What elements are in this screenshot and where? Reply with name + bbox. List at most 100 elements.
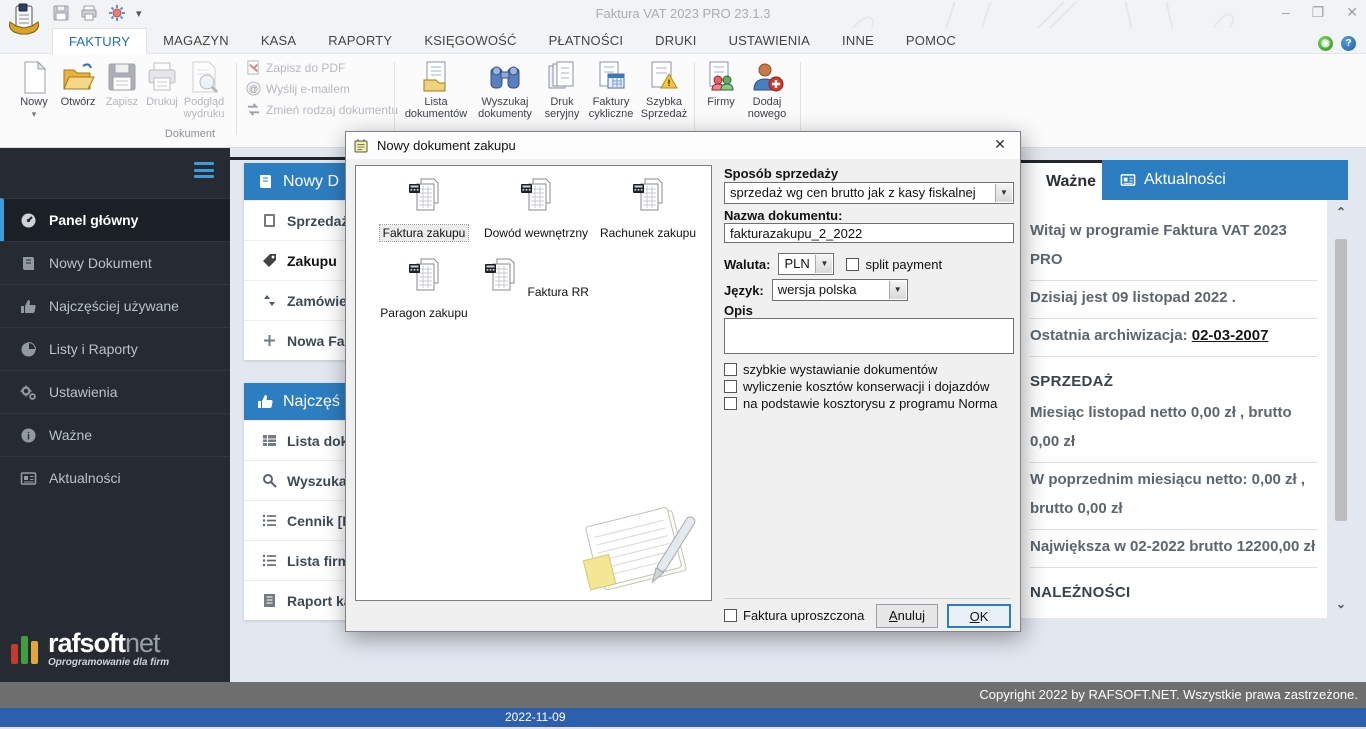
plus-icon xyxy=(262,333,277,348)
logo-bars-icon xyxy=(10,632,40,668)
svg-text:i: i xyxy=(27,431,30,442)
currency-label: Waluta: xyxy=(724,257,770,272)
doc-name-input[interactable] xyxy=(724,223,1014,243)
doc-type-paragon-zakupu[interactable]: Paragon zakupu xyxy=(368,256,480,322)
gears-icon xyxy=(20,384,37,401)
print-preview-button[interactable]: Podgląd wydruku xyxy=(178,60,230,120)
sidebar-item-panel-glowny[interactable]: Panel główny xyxy=(0,198,230,241)
save-pdf-button[interactable]: Zapisz do PDF xyxy=(246,60,345,75)
option-norma-estimate[interactable]: na podstawie kosztorysu z programu Norma xyxy=(724,396,997,411)
tab-wazne[interactable]: i Ważne xyxy=(1020,160,1102,200)
tab-magazyn[interactable]: MAGAZYN xyxy=(147,28,245,54)
sidebar-item-ustawienia[interactable]: Ustawienia xyxy=(0,370,230,413)
document-type-listbox[interactable]: Faktura zakupu Dowód wewnętrzny Rachunek… xyxy=(355,165,712,601)
sale-method-select[interactable]: sprzedaż wg cen brutto jak z kasy fiskal… xyxy=(724,182,1014,204)
split-payment-checkbox[interactable] xyxy=(846,258,859,271)
tab-inne[interactable]: INNE xyxy=(826,28,890,54)
dialog-close-button[interactable]: ✕ xyxy=(990,136,1010,154)
search-icon xyxy=(262,473,277,488)
dropdown-arrow-icon[interactable]: ▼ xyxy=(815,255,832,273)
month-sales-text: Miesiąc listopad netto 0,00 zł , brutto … xyxy=(1030,396,1317,463)
tab-ustawienia[interactable]: USTAWIENIA xyxy=(713,28,826,54)
quick-sale-button[interactable]: ! Szybka Sprzedaż xyxy=(638,60,690,120)
online-status-icon[interactable]: ◉ xyxy=(1318,36,1333,51)
list-icon xyxy=(262,513,277,528)
document-list-icon xyxy=(419,60,453,94)
option-quick-issue[interactable]: szybkie wystawianie dokumentów xyxy=(724,362,937,377)
search-documents-button[interactable]: Wyszukaj dokumenty xyxy=(472,60,538,120)
thumbs-up-icon xyxy=(257,393,274,410)
send-email-button[interactable]: @ Wyślij e-mailem xyxy=(246,81,350,96)
split-payment-option[interactable]: split payment xyxy=(846,257,942,272)
invoice-calculator-icon xyxy=(628,176,668,216)
language-select[interactable]: wersja polska ▼ xyxy=(772,279,908,301)
svg-text:@: @ xyxy=(249,84,259,94)
printer-icon xyxy=(145,60,179,94)
sidebar-item-najczesciej-uzywane[interactable]: Najczęściej używane xyxy=(0,284,230,327)
scroll-up-icon[interactable]: ⌃ xyxy=(1332,205,1350,221)
tab-druki[interactable]: DRUKI xyxy=(639,28,712,54)
minimize-button[interactable]: – xyxy=(1282,4,1290,21)
open-folder-icon xyxy=(61,60,95,94)
close-window-button[interactable]: ✕ xyxy=(1346,4,1358,21)
invoice-calculator-icon xyxy=(404,256,444,296)
list-icon xyxy=(262,553,277,568)
sale-method-label: Sposób sprzedaży xyxy=(724,166,838,181)
doc-type-rachunek-zakupu[interactable]: Rachunek zakupu xyxy=(592,176,704,242)
tab-pomoc[interactable]: POMOC xyxy=(890,28,972,54)
firms-button[interactable]: Firmy xyxy=(700,60,742,108)
new-dropdown-caret[interactable]: ▾ xyxy=(32,109,37,120)
sidebar-item-listy-i-raporty[interactable]: Listy i Raporty xyxy=(0,327,230,370)
quick-issue-checkbox[interactable] xyxy=(724,363,737,376)
document-list-button[interactable]: Lista dokumentów xyxy=(404,60,468,120)
tab-kasa[interactable]: KASA xyxy=(245,28,312,54)
restore-button[interactable]: ❐ xyxy=(1312,4,1325,21)
change-doc-type-button[interactable]: Zmień rodzaj dokumentu xyxy=(246,102,398,117)
sidebar-item-wazne[interactable]: i Ważne xyxy=(0,413,230,456)
pie-chart-icon xyxy=(20,341,37,358)
cancel-button[interactable]: Anuluj xyxy=(876,604,938,628)
simplified-invoice-checkbox[interactable] xyxy=(724,609,737,622)
copyright-text: Copyright 2022 by RAFSOFT.NET. Wszystkie… xyxy=(979,687,1358,702)
tab-aktualnosci[interactable]: Aktualności xyxy=(1102,160,1348,200)
scroll-down-icon[interactable]: ⌄ xyxy=(1332,597,1350,613)
application-window: ▾ Faktura VAT 2023 PRO 23.1.3 – ❐ ✕ FAKT… xyxy=(0,0,1366,729)
description-textarea[interactable] xyxy=(724,318,1014,354)
info-icon: i xyxy=(20,427,37,444)
currency-select[interactable]: PLN ▼ xyxy=(778,253,834,275)
doc-name-label: Nazwa dokumentu: xyxy=(724,208,842,223)
sidebar: Panel główny Nowy Dokument Najczęściej u… xyxy=(0,148,230,682)
add-contractor-button[interactable]: Dodaj nowego xyxy=(742,60,792,120)
calendar-pages-icon xyxy=(594,60,628,94)
doc-type-faktura-zakupu[interactable]: Faktura zakupu xyxy=(368,176,480,242)
tab-ksiegowosc[interactable]: KSIĘGOWOŚĆ xyxy=(408,28,532,54)
print-preview-icon xyxy=(187,60,221,94)
menu-toggle-icon[interactable] xyxy=(194,162,214,178)
ok-button[interactable]: OK xyxy=(947,604,1011,628)
doc-type-dowod-wewnetrzny[interactable]: Dowód wewnętrzny xyxy=(480,176,592,242)
cyclic-invoices-button[interactable]: Faktury cykliczne xyxy=(584,60,638,120)
norma-estimate-checkbox[interactable] xyxy=(724,397,737,410)
tab-raporty[interactable]: RAPORTY xyxy=(312,28,408,54)
welcome-text: Witaj w programie Faktura VAT 2023 PRO xyxy=(1030,214,1317,281)
maintenance-costs-checkbox[interactable] xyxy=(724,380,737,393)
sidebar-item-aktualnosci[interactable]: Aktualności xyxy=(0,456,230,499)
swap-arrows-icon xyxy=(246,102,261,117)
info-scrollbar[interactable]: ⌃ ⌄ xyxy=(1332,205,1350,613)
tab-platnosci[interactable]: PŁATNOŚCI xyxy=(533,28,640,54)
dashboard-icon xyxy=(20,212,37,229)
doc-type-faktura-rr[interactable]: Faktura RR xyxy=(480,256,592,301)
dropdown-arrow-icon[interactable]: ▼ xyxy=(995,184,1012,202)
dropdown-arrow-icon[interactable]: ▼ xyxy=(889,281,906,299)
price-tag-icon xyxy=(262,253,277,268)
serial-print-button[interactable]: Druk seryjny xyxy=(540,60,584,120)
help-icon[interactable]: ? xyxy=(1341,36,1356,51)
scroll-thumb[interactable] xyxy=(1335,239,1347,521)
tab-faktury[interactable]: FAKTURY xyxy=(52,28,147,54)
today-text: Dzisiaj jest 09 listopad 2022 . xyxy=(1030,281,1317,319)
option-maintenance-costs[interactable]: wyliczenie kosztów konserwacji i dojazdó… xyxy=(724,379,989,394)
archive-date-link[interactable]: 02-03-2007 xyxy=(1192,327,1269,344)
simplified-invoice-option[interactable]: Faktura uproszczona xyxy=(724,608,864,623)
archive-text: Ostatnia archiwizacja: 02-03-2007 xyxy=(1030,319,1317,357)
sidebar-item-nowy-dokument[interactable]: Nowy Dokument xyxy=(0,241,230,284)
